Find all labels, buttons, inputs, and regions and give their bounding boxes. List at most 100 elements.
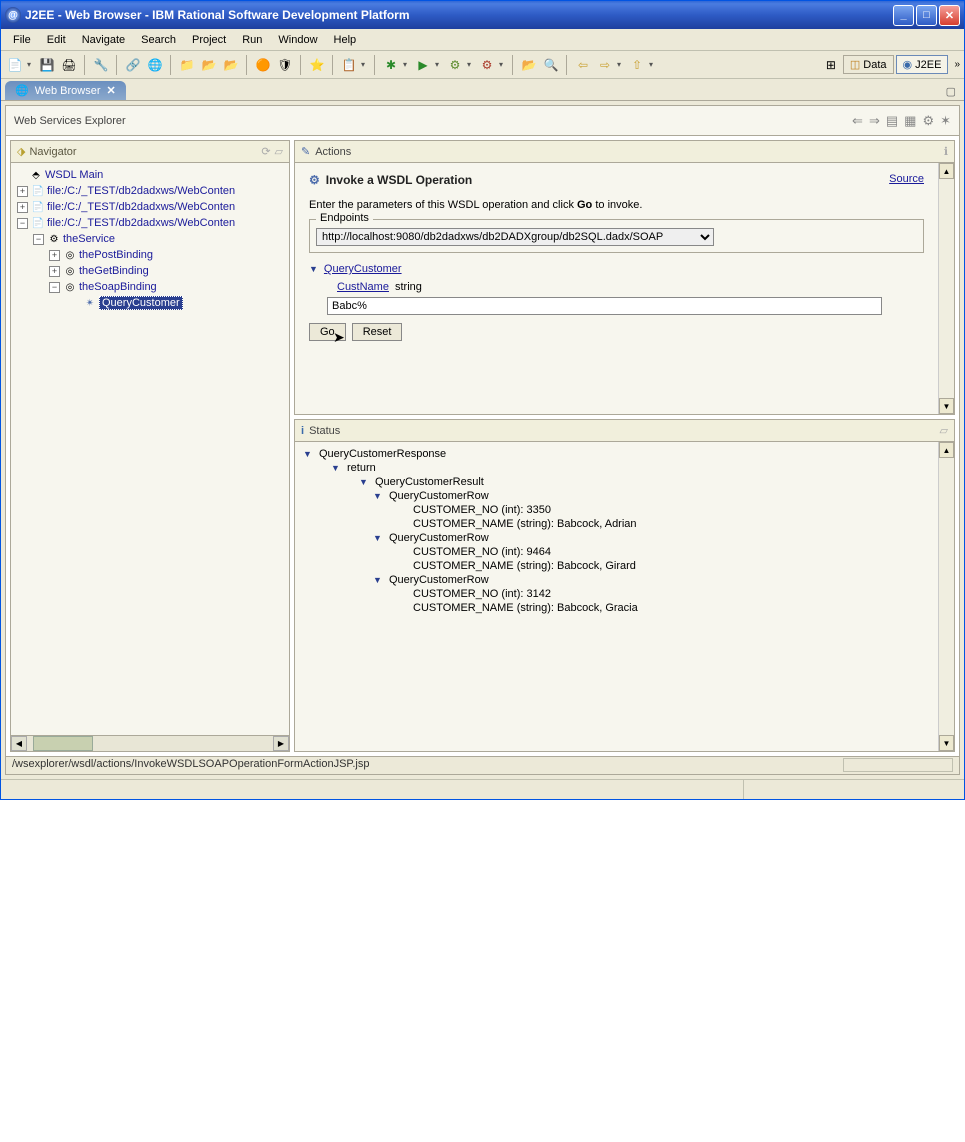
source-link[interactable]: Source — [889, 173, 924, 185]
status-node[interactable]: ▼QueryCustomerResult — [303, 476, 930, 488]
menu-run[interactable]: Run — [234, 32, 270, 48]
ext-icon[interactable]: ⚙ — [477, 55, 497, 75]
nav-fwd-icon[interactable]: ⇒ — [869, 113, 880, 129]
twisty-icon[interactable]: ▼ — [373, 491, 383, 501]
star-icon[interactable]: ✶ — [940, 113, 951, 129]
perspective-data[interactable]: ◫Data — [843, 55, 894, 74]
status-node[interactable]: ▼return — [303, 462, 930, 474]
minimize-button[interactable]: _ — [893, 5, 914, 26]
scroll-right-icon[interactable]: ▶ — [273, 736, 289, 751]
scroll-down-icon[interactable]: ▼ — [939, 398, 954, 414]
menu-search[interactable]: Search — [133, 32, 184, 48]
folder-open-icon[interactable]: 📂 — [519, 55, 539, 75]
list-icon[interactable]: 📋 — [339, 55, 359, 75]
tree-binding[interactable]: +◎ theGetBinding — [13, 263, 287, 279]
folder-icon[interactable]: 📁 — [177, 55, 197, 75]
param-link[interactable]: CustName — [337, 281, 389, 293]
collapse-icon[interactable]: − — [33, 234, 44, 245]
twisty-icon[interactable]: ▼ — [331, 463, 341, 473]
clear-icon[interactable]: ▱ — [940, 424, 948, 437]
up-icon[interactable]: ⇧ — [627, 55, 647, 75]
new-icon[interactable]: 📄 — [5, 55, 25, 75]
run-icon[interactable]: ▶ — [413, 55, 433, 75]
tree-file[interactable]: +📄 file:/C:/_TEST/db2dadxws/WebConten — [13, 183, 287, 199]
navigator-tree[interactable]: ⬘ WSDL Main +📄 file:/C:/_TEST/db2dadxws/… — [11, 163, 289, 735]
scroll-thumb[interactable] — [33, 736, 93, 751]
folder3-icon[interactable]: 📂 — [221, 55, 241, 75]
status-node[interactable]: ▼QueryCustomerRow — [303, 532, 930, 544]
folder2-icon[interactable]: 📂 — [199, 55, 219, 75]
star-icon[interactable]: ⭐ — [307, 55, 327, 75]
scroll-up-icon[interactable]: ▲ — [939, 442, 954, 458]
help-icon[interactable]: ℹ — [944, 145, 948, 158]
expand-icon[interactable]: + — [17, 202, 28, 213]
go-button[interactable]: Go — [309, 323, 346, 341]
profile-icon[interactable]: ⚙ — [445, 55, 465, 75]
nav-back-icon[interactable]: ⇐ — [852, 113, 863, 129]
tree-root[interactable]: ⬘ WSDL Main — [13, 167, 287, 183]
expand-icon[interactable]: + — [17, 186, 28, 197]
tab-close-icon[interactable]: ✕ — [107, 84, 116, 97]
chevron-icon[interactable]: » — [954, 59, 960, 70]
menu-file[interactable]: File — [5, 32, 39, 48]
tab-web-browser[interactable]: 🌐 Web Browser ✕ — [5, 81, 126, 100]
save-icon[interactable]: 💾 — [37, 55, 57, 75]
menu-help[interactable]: Help — [326, 32, 365, 48]
maximize-view-icon[interactable]: ▢ — [942, 83, 960, 100]
print-icon[interactable]: 🖨 — [59, 55, 79, 75]
scroll-down-icon[interactable]: ▼ — [939, 735, 954, 751]
tree-binding[interactable]: −◎ theSoapBinding — [13, 279, 287, 295]
endpoint-select[interactable]: http://localhost:9080/db2dadxws/db2DADXg… — [316, 228, 714, 246]
status-node[interactable]: ▼QueryCustomerResponse — [303, 448, 930, 460]
clear-icon[interactable]: ▱ — [275, 145, 283, 158]
status-vscroll[interactable]: ▲ ▼ — [938, 442, 954, 751]
twisty-icon[interactable]: ▼ — [373, 533, 383, 543]
globe-icon[interactable]: 🌐 — [145, 55, 165, 75]
actions-vscroll[interactable]: ▲ ▼ — [938, 163, 954, 414]
tree-file[interactable]: +📄 file:/C:/_TEST/db2dadxws/WebConten — [13, 199, 287, 215]
back-icon[interactable]: ⇦ — [573, 55, 593, 75]
param-input[interactable] — [327, 297, 882, 315]
search-icon[interactable]: 🔍 — [541, 55, 561, 75]
link-icon[interactable]: 🔗 — [123, 55, 143, 75]
tree-binding[interactable]: +◎ thePostBinding — [13, 247, 287, 263]
twisty-icon[interactable]: ▼ — [309, 264, 318, 274]
gear-icon[interactable]: ⚙ — [922, 113, 934, 129]
twisty-icon[interactable]: ▼ — [373, 575, 383, 585]
tree-operation[interactable]: ✴ QueryCustomer — [13, 295, 287, 311]
menu-edit[interactable]: Edit — [39, 32, 74, 48]
shield-icon[interactable]: 🛡 — [275, 55, 295, 75]
close-button[interactable]: ✕ — [939, 5, 960, 26]
menu-project[interactable]: Project — [184, 32, 234, 48]
tree-service[interactable]: −⚙ theService — [13, 231, 287, 247]
twisty-icon[interactable]: ▼ — [303, 449, 313, 459]
ball-icon[interactable]: 🟠 — [253, 55, 273, 75]
refresh-icon[interactable]: ⟳ — [261, 145, 270, 158]
operation-link[interactable]: QueryCustomer — [324, 263, 402, 275]
open-perspective-icon[interactable]: ⊞ — [821, 55, 841, 75]
reset-button[interactable]: Reset — [352, 323, 403, 341]
expand-icon[interactable]: + — [49, 250, 60, 261]
tool-icon[interactable]: 🔧 — [91, 55, 111, 75]
status-node[interactable]: ▼QueryCustomerRow — [303, 574, 930, 586]
dropdown-icon[interactable]: ▾ — [27, 60, 35, 69]
collapse-icon[interactable]: − — [17, 218, 28, 229]
twisty-icon[interactable]: ▼ — [359, 477, 369, 487]
tree-file[interactable]: −📄 file:/C:/_TEST/db2dadxws/WebConten — [13, 215, 287, 231]
expand-icon[interactable]: + — [49, 266, 60, 277]
status-node[interactable]: ▼QueryCustomerRow — [303, 490, 930, 502]
scroll-up-icon[interactable]: ▲ — [939, 163, 954, 179]
navigator-hscroll[interactable]: ◀ ▶ — [11, 735, 289, 751]
debug-icon[interactable]: ✱ — [381, 55, 401, 75]
perspective-j2ee[interactable]: ◉J2EE — [896, 55, 949, 74]
maximize-button[interactable]: □ — [916, 5, 937, 26]
doc-icon[interactable]: ▦ — [904, 113, 916, 129]
page-icon[interactable]: ▤ — [886, 113, 898, 129]
window-title: J2EE - Web Browser - IBM Rational Softwa… — [25, 8, 410, 22]
menu-window[interactable]: Window — [270, 32, 325, 48]
collapse-icon[interactable]: − — [49, 282, 60, 293]
fwd-icon[interactable]: ⇨ — [595, 55, 615, 75]
scroll-left-icon[interactable]: ◀ — [11, 736, 27, 751]
menu-navigate[interactable]: Navigate — [74, 32, 133, 48]
status-body: ▼QueryCustomerResponse ▼return ▼QueryCus… — [295, 442, 938, 751]
